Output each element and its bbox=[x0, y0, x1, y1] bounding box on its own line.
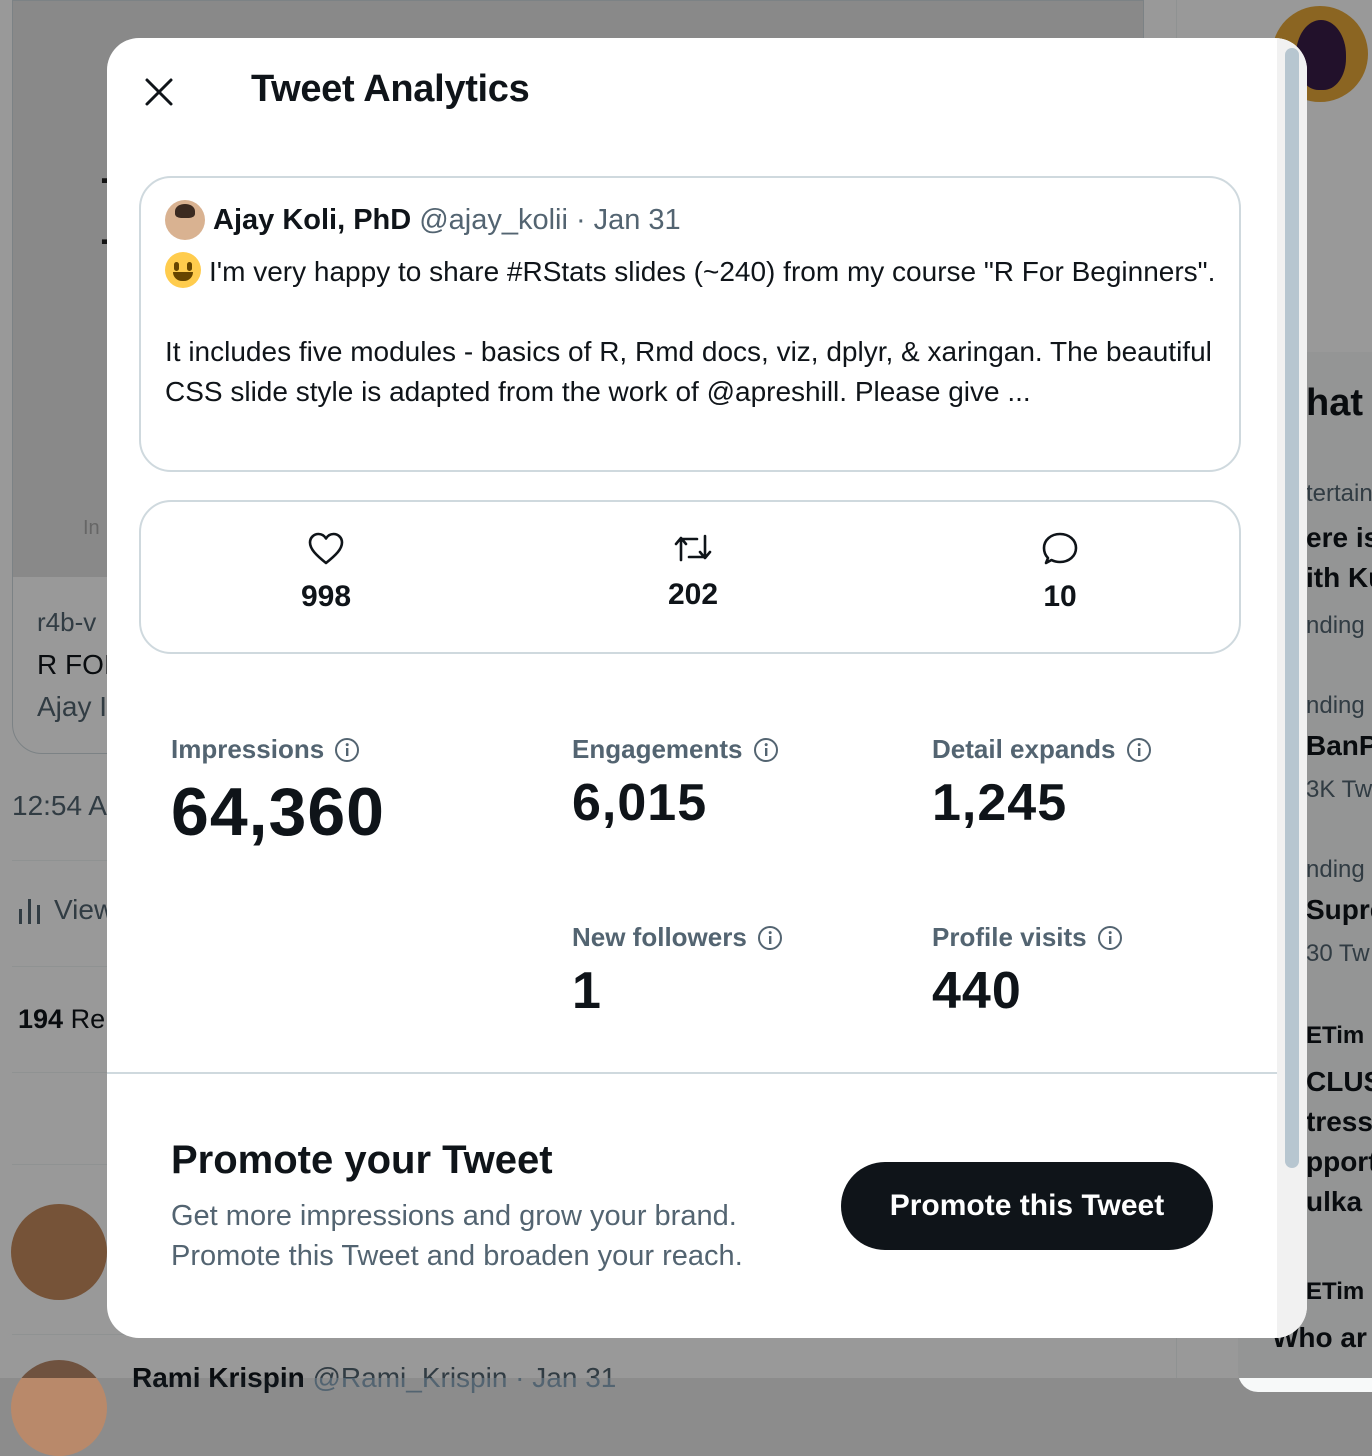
tweet-analytics-modal: Tweet Analytics Ajay Koli, PhD @ajay_kol… bbox=[107, 38, 1307, 1338]
tweet-author-handle: @ajay_kolii bbox=[419, 203, 568, 236]
modal-title: Tweet Analytics bbox=[251, 68, 530, 110]
retweets-stat: 202 bbox=[613, 532, 773, 612]
tweet-text-container: I'm very happy to share #RStats slides (… bbox=[165, 252, 1225, 412]
new-followers-label: New followers bbox=[572, 922, 747, 952]
scrollbar-thumb[interactable] bbox=[1285, 48, 1299, 1168]
close-button[interactable] bbox=[137, 70, 181, 114]
detail-expands-value: 1,245 bbox=[932, 774, 1068, 832]
section-divider bbox=[107, 1072, 1277, 1074]
engagements-value: 6,015 bbox=[572, 774, 708, 832]
engagements-label: Engagements bbox=[572, 734, 743, 764]
replies-count: 10 bbox=[1043, 580, 1077, 613]
reply-icon bbox=[1042, 532, 1078, 565]
retweets-count: 202 bbox=[667, 578, 719, 611]
tweet-header: Ajay Koli, PhD @ajay_kolii · Jan 31 bbox=[165, 200, 681, 240]
detail-expands-metric: Detail expands 1,245 bbox=[932, 734, 1152, 833]
impressions-value: 64,360 bbox=[171, 774, 385, 850]
tweet-date: Jan 31 bbox=[593, 203, 681, 236]
tweet-text: I'm very happy to share #RStats slides (… bbox=[165, 256, 1216, 407]
profile-visits-label: Profile visits bbox=[932, 922, 1087, 952]
promote-tweet-button[interactable]: Promote this Tweet bbox=[841, 1162, 1213, 1250]
author-avatar bbox=[165, 200, 205, 240]
heart-icon bbox=[308, 532, 344, 565]
tweet-preview-card[interactable]: Ajay Koli, PhD @ajay_kolii · Jan 31 I'm … bbox=[139, 176, 1241, 472]
info-icon[interactable] bbox=[1126, 737, 1152, 763]
promote-description-line-1: Get more impressions and grow your brand… bbox=[171, 1200, 737, 1232]
info-icon[interactable] bbox=[757, 925, 783, 951]
scrollbar-track[interactable] bbox=[1277, 38, 1307, 1338]
tweet-author-name: Ajay Koli, PhD bbox=[213, 203, 412, 236]
new-followers-metric: New followers 1 bbox=[572, 922, 783, 1021]
info-icon[interactable] bbox=[753, 737, 779, 763]
engagements-metric: Engagements 6,015 bbox=[572, 734, 779, 833]
new-followers-value: 1 bbox=[572, 962, 602, 1020]
info-icon[interactable] bbox=[1097, 925, 1123, 951]
info-icon[interactable] bbox=[334, 737, 360, 763]
retweet-icon bbox=[674, 534, 712, 562]
replies-stat: 10 bbox=[980, 532, 1140, 614]
likes-count: 998 bbox=[300, 580, 352, 613]
promote-description-line-2: Promote this Tweet and broaden your reac… bbox=[171, 1240, 743, 1272]
tweet-separator: · bbox=[575, 203, 586, 236]
promote-title: Promote your Tweet bbox=[171, 1138, 553, 1182]
impressions-metric: Impressions 64,360 bbox=[171, 734, 385, 851]
profile-visits-value: 440 bbox=[932, 962, 1022, 1020]
likes-stat: 998 bbox=[246, 532, 406, 614]
grinning-face-emoji-icon bbox=[165, 252, 201, 288]
profile-visits-metric: Profile visits 440 bbox=[932, 922, 1123, 1021]
promote-description: Get more impressions and grow your brand… bbox=[171, 1196, 743, 1276]
engagement-stats-card: 998 202 10 bbox=[139, 500, 1241, 654]
impressions-label: Impressions bbox=[171, 734, 325, 764]
detail-expands-label: Detail expands bbox=[932, 734, 1116, 764]
close-icon bbox=[145, 78, 173, 106]
